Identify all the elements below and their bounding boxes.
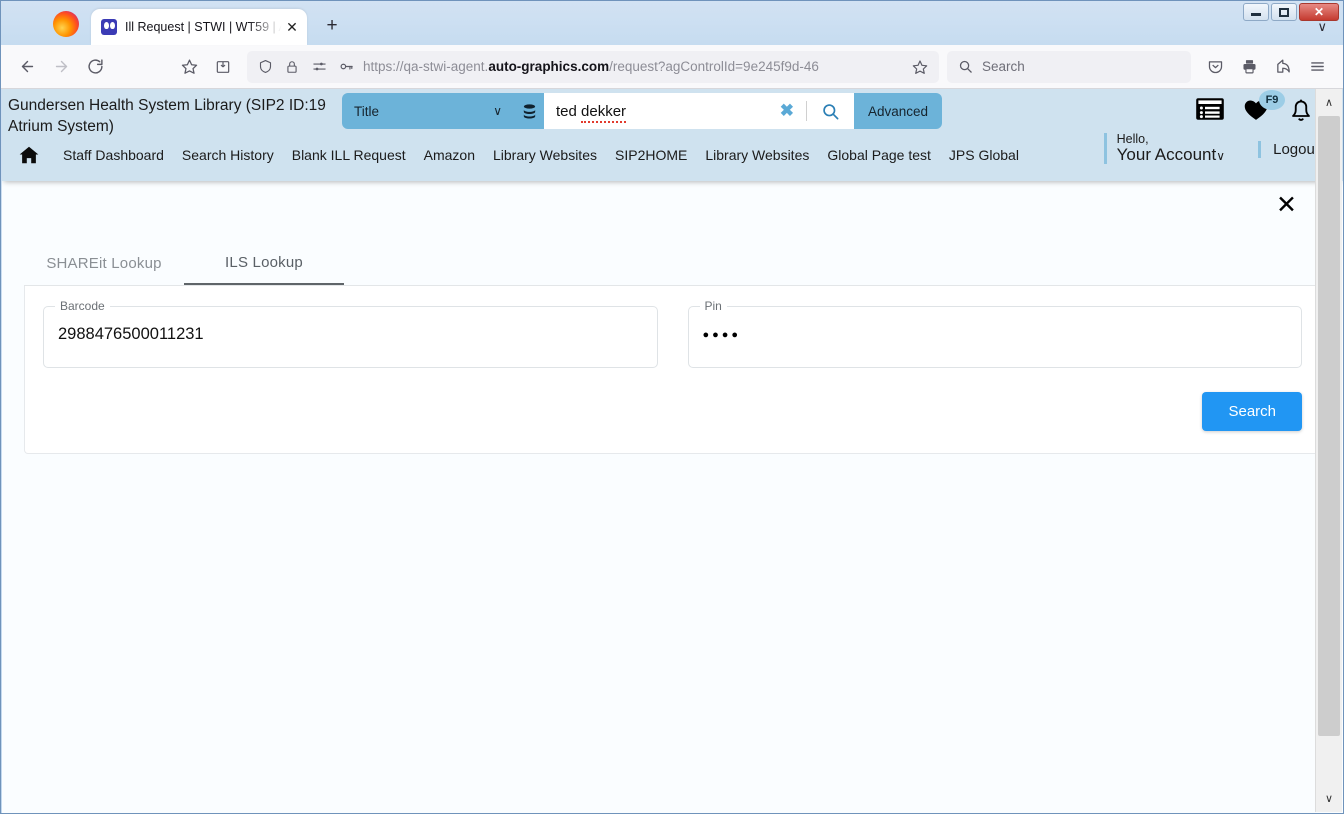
favorites-count-badge: F9 (1259, 89, 1285, 110)
pin-field-label: Pin (699, 299, 727, 313)
lookup-form-card: Barcode 2988476500011231 Pin ●●●● Search (24, 286, 1321, 454)
back-button[interactable] (11, 51, 43, 83)
tab-ils-lookup[interactable]: ILS Lookup (184, 241, 344, 285)
notifications-bell-icon[interactable] (1287, 95, 1315, 123)
nav-link-blank-ill-request[interactable]: Blank ILL Request (283, 143, 415, 167)
app-menu-icon[interactable] (1301, 51, 1333, 83)
window-close-button[interactable]: ✕ (1299, 3, 1339, 21)
page-body: ✕ SHAREit Lookup ILS Lookup Barcode 2988… (2, 181, 1343, 813)
page-viewport: Gundersen Health System Library (SIP2 ID… (2, 89, 1343, 813)
lookup-field-row: Barcode 2988476500011231 Pin ●●●● (43, 299, 1302, 368)
share-icon[interactable] (1267, 51, 1299, 83)
browser-tab[interactable]: Ill Request | STWI | WT59 | Auto- ✕ (91, 9, 307, 45)
nav-link-library-websites-2[interactable]: Library Websites (696, 143, 818, 167)
submit-search-icon[interactable] (813, 102, 848, 121)
nav-link-global-page-test[interactable]: Global Page test (818, 143, 940, 167)
logout-link[interactable]: Logout (1258, 141, 1319, 158)
home-icon[interactable] (18, 144, 40, 166)
search-icon (956, 58, 974, 76)
scrollbar-thumb[interactable] (1318, 116, 1340, 736)
chevron-down-icon: ∨ (1216, 149, 1225, 164)
barcode-field[interactable]: Barcode 2988476500011231 (43, 299, 658, 368)
nav-link-sip2home[interactable]: SIP2HOME (606, 143, 696, 167)
scroll-down-arrow-icon[interactable]: ∨ (1316, 785, 1342, 812)
chevron-down-icon: ∨ (493, 104, 502, 118)
lookup-tabs: SHAREit Lookup ILS Lookup (24, 241, 1321, 286)
url-host: auto-graphics.com (488, 59, 610, 74)
barcode-field-value: 2988476500011231 (58, 325, 204, 343)
window-controls: ✕ (1243, 3, 1339, 21)
close-panel-icon[interactable]: ✕ (1276, 193, 1297, 218)
tracking-settings-icon[interactable] (309, 57, 329, 77)
bookmark-page-star-icon[interactable] (909, 56, 931, 78)
nav-link-library-websites[interactable]: Library Websites (484, 143, 606, 167)
url-bar[interactable]: https://qa-stwi-agent.auto-graphics.com/… (247, 50, 939, 83)
url-prefix: https://qa-stwi-agent. (363, 59, 489, 74)
search-input-value: ted dekker (556, 102, 768, 123)
shield-icon[interactable] (255, 57, 275, 77)
list-all-tabs-icon[interactable]: ∨ (1317, 19, 1327, 35)
panel-header: ✕ (2, 181, 1343, 241)
browser-search-bar[interactable]: Search (947, 50, 1191, 83)
permissions-key-icon[interactable] (336, 57, 356, 77)
bookmark-star-icon[interactable] (173, 51, 205, 83)
nav-link-jps-global[interactable]: JPS Global (940, 143, 1028, 167)
search-type-value: Title (354, 103, 380, 119)
save-to-pocket-icon[interactable] (207, 51, 239, 83)
lock-icon (282, 57, 302, 77)
scroll-up-arrow-icon[interactable]: ∧ (1316, 89, 1342, 116)
site-favicon-icon (101, 19, 117, 35)
search-input[interactable]: ted dekker ✖ (544, 93, 854, 129)
pin-field-value: ●●●● (702, 329, 742, 341)
catalog-search-widget: Title ∨ ted dekker ✖ Advanced (342, 93, 943, 129)
header-icon-group: F9 (1195, 89, 1315, 123)
reload-button[interactable] (79, 51, 111, 83)
clear-search-icon[interactable]: ✖ (774, 101, 800, 121)
search-query-text: ted (556, 102, 582, 120)
browser-search-placeholder: Search (982, 59, 1025, 74)
search-button[interactable]: Search (1202, 392, 1302, 431)
forward-button[interactable] (45, 51, 77, 83)
page-scrollbar[interactable]: ∧ ∨ (1315, 89, 1342, 812)
app-header: Gundersen Health System Library (SIP2 ID… (2, 89, 1343, 181)
browser-toolbar: https://qa-stwi-agent.auto-graphics.com/… (1, 45, 1343, 89)
tab-close-icon[interactable]: ✕ (283, 18, 301, 36)
barcode-field-label: Barcode (55, 299, 110, 313)
new-tab-button[interactable]: + (317, 11, 347, 41)
browser-tab-title: Ill Request | STWI | WT59 | Auto- (125, 20, 283, 34)
form-actions: Search (43, 392, 1302, 431)
firefox-logo-icon (53, 11, 79, 37)
search-divider (806, 101, 807, 121)
search-query-misspelled: dekker (581, 102, 627, 123)
list-view-icon[interactable] (1195, 96, 1225, 122)
favorites-heart-icon[interactable]: F9 (1241, 89, 1285, 123)
print-icon[interactable] (1233, 51, 1265, 83)
url-text: https://qa-stwi-agent.auto-graphics.com/… (363, 59, 902, 74)
library-name: Gundersen Health System Library (SIP2 ID… (8, 97, 326, 135)
nav-link-staff-dashboard[interactable]: Staff Dashboard (54, 143, 173, 167)
browser-window: Ill Request | STWI | WT59 | Auto- ✕ + ∨ … (0, 0, 1344, 814)
database-icon (523, 103, 535, 118)
search-type-select[interactable]: Title ∨ (342, 93, 514, 129)
browser-tabstrip: Ill Request | STWI | WT59 | Auto- ✕ + ∨ … (1, 1, 1343, 45)
advanced-search-button[interactable]: Advanced (854, 93, 943, 129)
pocket-toolbar-icon[interactable] (1199, 51, 1231, 83)
url-path: /request?agControlId=9e245f9d-46 (609, 59, 819, 74)
nav-link-amazon[interactable]: Amazon (415, 143, 484, 167)
account-menu[interactable]: Hello, Your Account∨ (1103, 132, 1225, 165)
database-select-button[interactable] (514, 93, 544, 129)
pin-field[interactable]: Pin ●●●● (687, 299, 1302, 368)
app-nav-links: Staff Dashboard Search History Blank ILL… (2, 143, 1028, 167)
window-minimize-button[interactable] (1243, 3, 1269, 21)
window-maximize-button[interactable] (1271, 3, 1297, 21)
nav-link-search-history[interactable]: Search History (173, 143, 283, 167)
tab-shareit-lookup[interactable]: SHAREit Lookup (24, 241, 184, 285)
account-name: Your Account∨ (1116, 145, 1225, 165)
